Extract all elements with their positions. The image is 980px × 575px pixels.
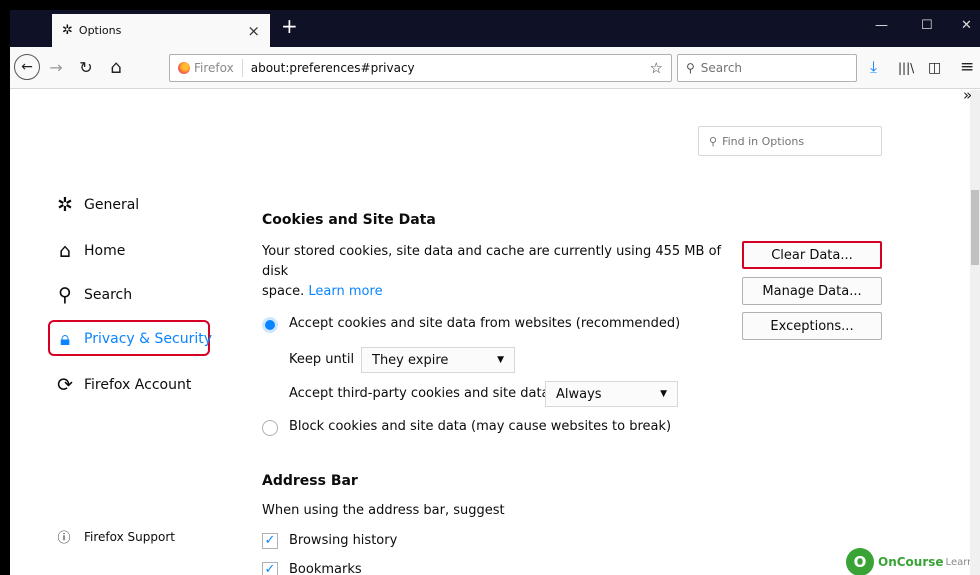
manage-data-button[interactable]: Manage Data... (742, 277, 882, 305)
find-in-options-input[interactable]: ⚲ Find in Options (698, 126, 882, 156)
reload-button[interactable]: ↻ (76, 55, 96, 79)
address-bar-desc: When using the address bar, suggest (262, 503, 505, 518)
firefox-logo-icon (178, 62, 190, 74)
back-button[interactable]: ← (14, 54, 40, 80)
new-tab-button[interactable]: + (281, 16, 298, 36)
tab-strip: ✲ Options × + — ☐ ✕ (10, 10, 980, 47)
cookies-desc-line2: space. (262, 284, 305, 299)
identity-badge[interactable]: Firefox (170, 59, 243, 77)
close-tab-icon[interactable]: × (247, 22, 260, 40)
help-icon: ⓘ (57, 531, 71, 546)
menu-icon[interactable]: ≡ (960, 57, 974, 77)
url-text[interactable]: about:preferences#privacy (243, 61, 415, 75)
lock-icon: 🔒︎ (59, 328, 71, 350)
download-icon[interactable]: ⤓ (870, 57, 877, 77)
keep-until-value: They expire (372, 352, 449, 368)
keep-until-label: Keep until (289, 352, 355, 367)
cookies-heading: Cookies and Site Data (262, 212, 436, 228)
block-cookies-radio[interactable] (262, 420, 278, 436)
search-icon: ⚲ (58, 284, 72, 306)
support-label: Firefox Support (84, 529, 175, 544)
category-home[interactable]: ⌂ Home (54, 240, 125, 262)
category-label: Firefox Account (84, 377, 192, 393)
sidebar-icon[interactable]: ◫ (928, 60, 941, 76)
home-icon: ⌂ (58, 240, 72, 262)
gear-icon: ✲ (62, 23, 73, 38)
home-button[interactable]: ⌂ (104, 55, 128, 79)
forward-button[interactable]: → (46, 55, 66, 79)
category-search[interactable]: ⚲ Search (54, 284, 132, 306)
browsing-history-checkbox[interactable]: ✓ (262, 533, 278, 549)
close-window-icon[interactable]: ✕ (961, 18, 972, 33)
block-cookies-label: Block cookies and site data (may cause w… (289, 419, 672, 434)
category-label: Search (84, 287, 133, 303)
scrollbar-thumb[interactable] (971, 190, 979, 265)
sync-icon: ⟳ (57, 374, 73, 396)
oncourse-watermark: O OnCourse Learning (846, 548, 980, 575)
keep-until-select[interactable]: They expire ▼ (361, 347, 515, 373)
category-firefox-account[interactable]: ⟳ Firefox Account (54, 374, 191, 396)
watermark-brand: OnCourse (878, 555, 944, 569)
cookies-desc-line1: Your stored cookies, site data and cache… (262, 244, 722, 279)
cookies-usage-text: Your stored cookies, site data and cache… (262, 242, 732, 302)
find-placeholder: Find in Options (722, 134, 805, 148)
category-general[interactable]: ✲ General (54, 194, 139, 216)
search-placeholder: Search (700, 61, 743, 75)
tab-title: Options (78, 24, 122, 37)
overflow-icon[interactable]: » (963, 86, 972, 104)
category-label: General (84, 197, 140, 213)
chevron-down-icon: ▼ (497, 355, 504, 365)
third-party-label: Accept third-party cookies and site data (289, 386, 550, 401)
address-bar-heading: Address Bar (262, 473, 358, 489)
search-icon: ⚲ (686, 61, 695, 75)
accept-cookies-label: Accept cookies and site data from websit… (289, 316, 681, 331)
library-icon[interactable]: |||\ (898, 61, 914, 75)
clear-data-button[interactable]: Clear Data... (742, 241, 882, 269)
identity-label: Firefox (194, 61, 234, 75)
gear-icon: ✲ (57, 194, 73, 216)
third-party-select[interactable]: Always ▼ (545, 381, 678, 407)
category-label: Privacy & Security (84, 331, 212, 347)
bookmarks-label: Bookmarks (289, 562, 362, 575)
browsing-history-label: Browsing history (289, 533, 398, 548)
oncourse-logo-icon: O (846, 548, 874, 575)
tab-options[interactable]: ✲ Options × (52, 14, 270, 47)
scrollbar[interactable] (970, 90, 980, 575)
preferences-page: ⚲ Find in Options ✲ General ⌂ Home ⚲ Sea… (10, 90, 980, 575)
search-icon: ⚲ (709, 134, 718, 148)
bookmark-star-icon[interactable]: ☆ (650, 59, 663, 77)
third-party-value: Always (556, 386, 602, 402)
bookmarks-checkbox[interactable]: ✓ (262, 562, 278, 575)
accept-cookies-radio[interactable] (262, 317, 278, 333)
nav-toolbar: ← → ↻ ⌂ Firefox about:preferences#privac… (10, 47, 980, 89)
learn-more-link[interactable]: Learn more (308, 284, 382, 299)
chevron-down-icon: ▼ (660, 389, 667, 399)
category-label: Home (84, 243, 126, 259)
search-bar[interactable]: ⚲ Search (677, 54, 857, 82)
url-bar[interactable]: Firefox about:preferences#privacy ☆ (169, 54, 672, 82)
exceptions-button[interactable]: Exceptions... (742, 312, 882, 340)
firefox-support-link[interactable]: ⓘ Firefox Support (54, 527, 175, 547)
browser-window: ✲ Options × + — ☐ ✕ ← → ↻ ⌂ Firefox abou… (0, 0, 980, 575)
category-privacy-security[interactable]: 🔒︎ Privacy & Security (54, 328, 212, 350)
minimize-icon[interactable]: — (875, 18, 888, 33)
maximize-icon[interactable]: ☐ (921, 18, 933, 33)
